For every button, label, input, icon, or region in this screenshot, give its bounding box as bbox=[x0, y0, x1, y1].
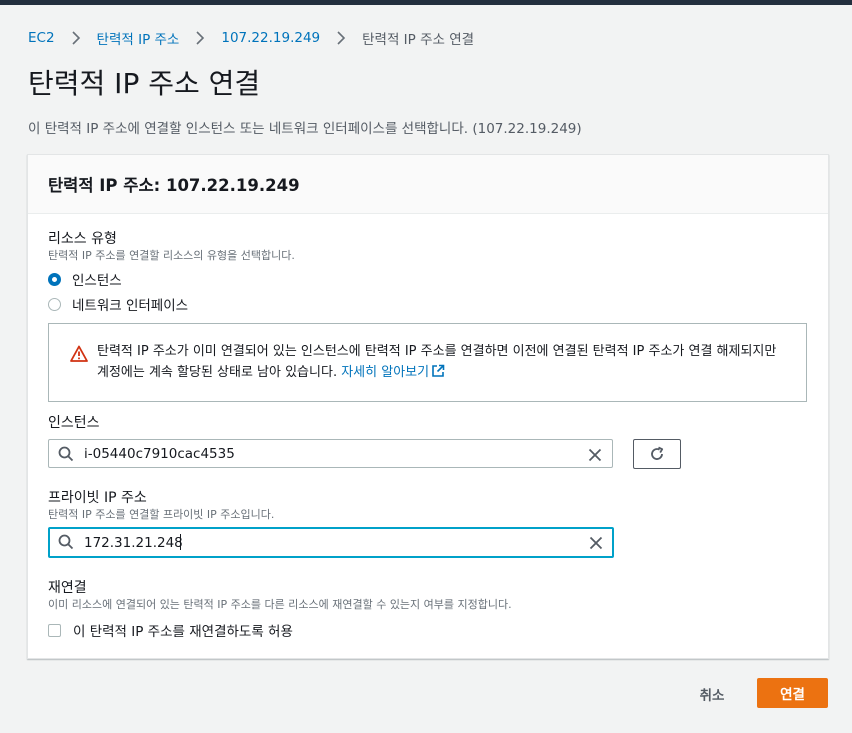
refresh-button[interactable] bbox=[633, 439, 681, 469]
chevron-right-icon bbox=[330, 29, 352, 47]
page-title: 탄력적 IP 주소 연결 bbox=[28, 67, 261, 100]
resource-type-description: 탄력적 IP 주소를 연결할 리소스의 유형을 선택합니다. bbox=[48, 249, 295, 262]
radio-button[interactable] bbox=[48, 297, 61, 311]
search-icon bbox=[58, 534, 74, 550]
association-form-card: 탄력적 IP 주소: 107.22.19.249 리소스 유형 탄력적 IP 주… bbox=[27, 154, 829, 659]
radio-label-network-interface: 네트워크 인터페이스 bbox=[72, 298, 189, 314]
warning-alert: 탄력적 IP 주소가 이미 연결되어 있는 인스턴스에 탄력적 IP 주소를 연… bbox=[48, 323, 807, 402]
instance-search-field[interactable] bbox=[48, 439, 613, 468]
learn-more-link[interactable]: 자세히 알아보기 bbox=[341, 364, 445, 380]
search-icon bbox=[58, 446, 74, 462]
radio-option-network-interface[interactable]: 네트워크 인터페이스 bbox=[48, 294, 188, 314]
card-header: 탄력적 IP 주소: 107.22.19.249 bbox=[28, 155, 828, 214]
private-ip-description: 탄력적 IP 주소를 연결할 프라이빗 IP 주소입니다. bbox=[48, 508, 275, 521]
resource-type-label: 리소스 유형 bbox=[48, 231, 117, 247]
page-description: 이 탄력적 IP 주소에 연결할 인스턴스 또는 네트워크 인터페이스를 선택합… bbox=[28, 121, 582, 137]
text-cursor bbox=[180, 534, 181, 550]
breadcrumb-ip-address[interactable]: 107.22.19.249 bbox=[221, 30, 320, 46]
reassociate-checkbox-label: 이 탄력적 IP 주소를 재연결하도록 허용 bbox=[73, 624, 293, 640]
radio-label-instance: 인스턴스 bbox=[72, 273, 122, 289]
reassociate-description: 이미 리소스에 연결되어 있는 탄력적 IP 주소를 다른 리소스에 재연결할 … bbox=[48, 598, 512, 611]
breadcrumb-ec2[interactable]: EC2 bbox=[28, 30, 55, 46]
external-link-icon[interactable] bbox=[431, 364, 445, 378]
close-icon[interactable] bbox=[589, 535, 603, 550]
chevron-right-icon bbox=[189, 29, 211, 47]
top-navigation-bar bbox=[0, 0, 852, 5]
reassociate-checkbox-row[interactable]: 이 탄력적 IP 주소를 재연결하도록 허용 bbox=[48, 620, 293, 640]
close-icon[interactable] bbox=[588, 447, 602, 462]
reassociate-label: 재연결 bbox=[48, 580, 87, 596]
instance-search-input[interactable] bbox=[84, 440, 544, 467]
private-ip-search-field[interactable] bbox=[48, 527, 614, 558]
learn-more-link-label[interactable]: 자세히 알아보기 bbox=[341, 365, 429, 380]
private-ip-search-input[interactable] bbox=[84, 529, 544, 556]
private-ip-label: 프라이빗 IP 주소 bbox=[48, 490, 147, 506]
associate-button[interactable]: 연결 bbox=[757, 678, 828, 708]
chevron-right-icon bbox=[65, 29, 87, 47]
radio-option-instance[interactable]: 인스턴스 bbox=[48, 269, 122, 289]
cancel-button[interactable]: 취소 bbox=[680, 679, 744, 708]
card-title: 탄력적 IP 주소: 107.22.19.249 bbox=[48, 176, 300, 195]
breadcrumb: EC2 탄력적 IP 주소 107.22.19.249 탄력적 IP 주소 연결 bbox=[28, 28, 475, 48]
reassociate-checkbox[interactable] bbox=[48, 623, 61, 637]
instance-label: 인스턴스 bbox=[48, 415, 100, 431]
warning-icon bbox=[70, 345, 88, 363]
breadcrumb-current: 탄력적 IP 주소 연결 bbox=[362, 32, 475, 48]
breadcrumb-elastic-ip[interactable]: 탄력적 IP 주소 bbox=[97, 28, 180, 48]
warning-alert-text: 탄력적 IP 주소가 이미 연결되어 있는 인스턴스에 탄력적 IP 주소를 연… bbox=[97, 341, 787, 383]
refresh-icon bbox=[651, 446, 664, 460]
radio-button-selected[interactable] bbox=[48, 272, 61, 286]
